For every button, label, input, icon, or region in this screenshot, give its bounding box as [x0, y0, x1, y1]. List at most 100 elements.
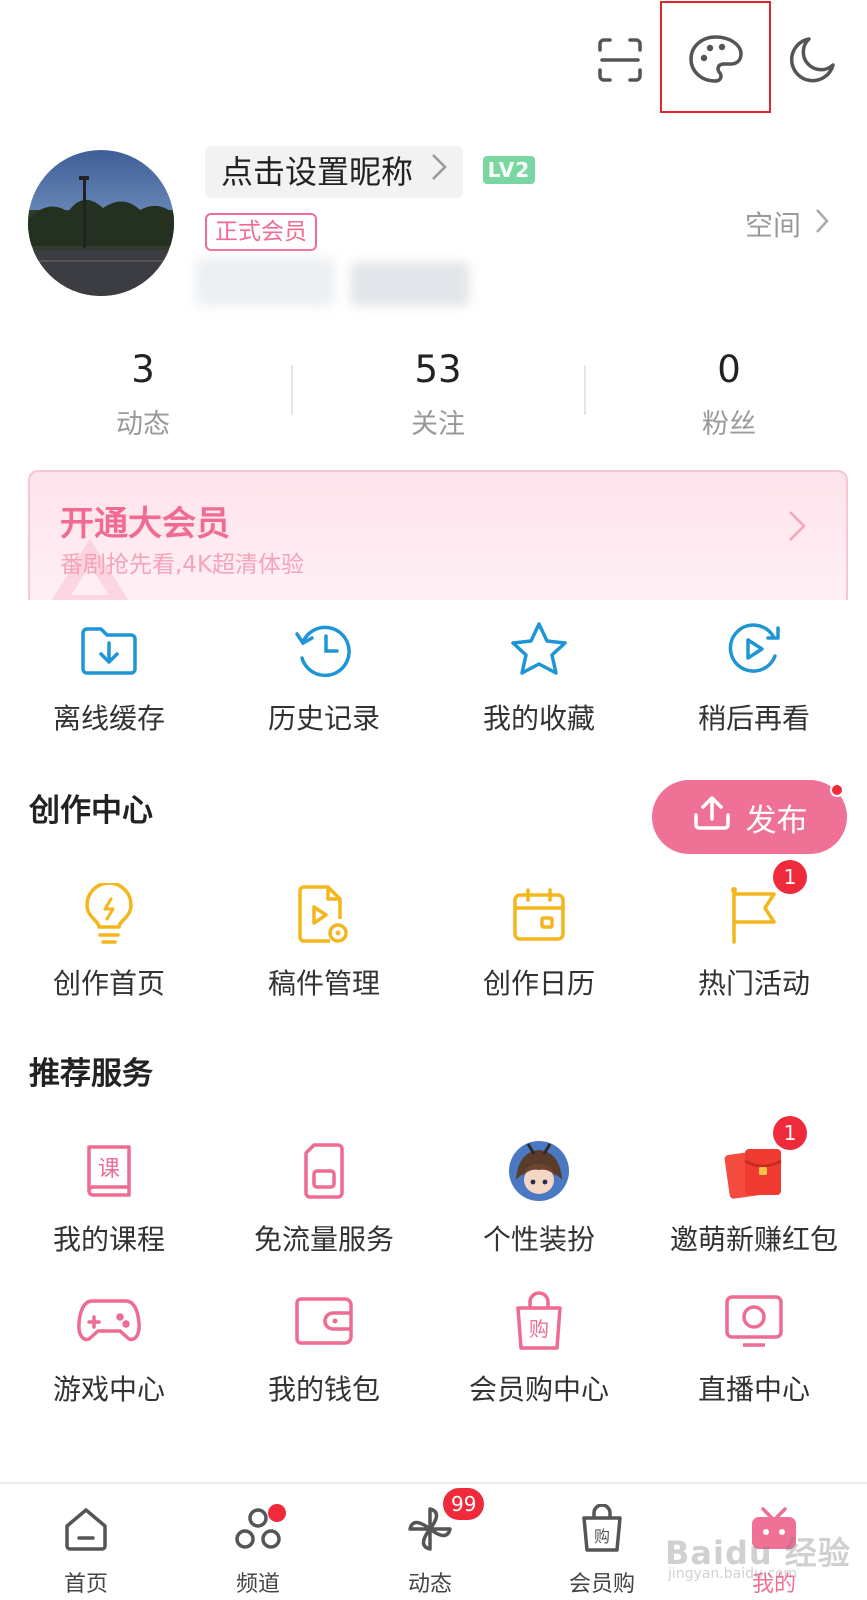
stat-following[interactable]: 53 关注: [363, 348, 513, 441]
space-link-label: 空间: [745, 209, 802, 242]
history-clock-icon: [219, 615, 429, 685]
tab-vip-shop[interactable]: 购 会员购: [542, 1498, 662, 1598]
home-icon: [26, 1498, 146, 1560]
anime-avatar-icon: [434, 1136, 644, 1206]
service-personal-dressup[interactable]: 个性装扮: [434, 1136, 644, 1258]
level-badge: LV2: [483, 156, 535, 184]
wallet-icon: [219, 1286, 429, 1356]
space-link[interactable]: 空间: [745, 204, 829, 244]
shopping-bag-icon: 购: [434, 1286, 644, 1356]
flag-icon: [649, 880, 859, 950]
stat-value: 0: [717, 348, 741, 391]
service-game-center[interactable]: 游戏中心: [4, 1286, 214, 1408]
divider: [291, 365, 293, 415]
manuscript-icon: [219, 880, 429, 950]
creation-label: 热门活动: [697, 967, 810, 1000]
tab-label: 动态: [407, 1572, 452, 1597]
annotation-highlight-box: [660, 1, 771, 113]
quick-action-label: 历史记录: [267, 702, 380, 735]
nickname-label: 点击设置昵称: [221, 153, 414, 191]
divider: [584, 365, 586, 415]
service-invite-red-envelope[interactable]: 邀萌新赚红包: [649, 1136, 859, 1258]
chevron-right-icon: [815, 208, 829, 241]
notification-dot: [830, 783, 844, 797]
publish-label: 发布: [745, 802, 808, 839]
red-envelope-icon: [649, 1136, 859, 1206]
sim-card-icon: [219, 1136, 429, 1206]
nickname-button[interactable]: 点击设置昵称: [205, 146, 464, 198]
avatar[interactable]: [28, 150, 174, 296]
service-label: 游戏中心: [52, 1373, 165, 1406]
creation-label: 创作首页: [52, 967, 165, 1000]
stat-dynamics[interactable]: 3 动态: [68, 348, 218, 441]
service-my-courses[interactable]: 课 我的课程: [4, 1136, 214, 1258]
section-title-services: 推荐服务: [29, 1056, 153, 1092]
quick-action-watch-later[interactable]: 稍后再看: [649, 615, 859, 737]
creation-manuscripts[interactable]: 稿件管理: [219, 880, 429, 1002]
publish-button[interactable]: 发布: [652, 780, 847, 854]
channel-icon: [198, 1498, 318, 1560]
section-title-creation: 创作中心: [29, 793, 153, 829]
course-book-icon: 课: [4, 1136, 214, 1206]
service-label: 个性装扮: [482, 1223, 595, 1256]
tab-home[interactable]: 首页: [26, 1498, 146, 1598]
service-free-data[interactable]: 免流量服务: [219, 1136, 429, 1258]
quick-action-favorites[interactable]: 我的收藏: [434, 615, 644, 737]
star-icon: [434, 615, 644, 685]
upload-icon: [692, 795, 732, 839]
stat-fans[interactable]: 0 粉丝: [654, 348, 804, 441]
creation-home[interactable]: 创作首页: [4, 880, 214, 1002]
member-tag: 正式会员: [205, 213, 317, 251]
lightbulb-icon: [4, 880, 214, 950]
tab-label: 频道: [235, 1572, 280, 1597]
night-mode-button[interactable]: [782, 30, 842, 90]
creation-label: 稿件管理: [267, 967, 380, 1000]
shopping-bag-icon: 购: [542, 1498, 662, 1560]
vip-banner[interactable]: 开通大会员 番剧抢先看,4K超清体验: [28, 470, 848, 600]
scan-icon: [596, 36, 644, 84]
stat-value: 3: [131, 348, 155, 391]
service-label: 邀萌新赚红包: [669, 1223, 838, 1256]
tab-label: 首页: [63, 1572, 108, 1597]
calendar-icon: [434, 880, 644, 950]
notification-badge: 1: [773, 1116, 807, 1150]
service-vip-shop[interactable]: 购 会员购中心: [434, 1286, 644, 1408]
vip-title: 开通大会员: [60, 504, 230, 544]
service-my-wallet[interactable]: 我的钱包: [219, 1286, 429, 1408]
stat-value: 53: [414, 348, 462, 391]
live-tv-icon: [649, 1286, 859, 1356]
service-label: 会员购中心: [468, 1373, 609, 1406]
service-label: 免流量服务: [253, 1223, 394, 1256]
watch-later-icon: [649, 615, 859, 685]
tab-label: 会员购: [568, 1572, 635, 1597]
creation-hot-events[interactable]: 热门活动: [649, 880, 859, 1002]
quick-action-label: 稍后再看: [697, 702, 810, 735]
scan-button[interactable]: [590, 30, 650, 90]
service-label: 我的课程: [52, 1223, 165, 1256]
chevron-right-icon: [788, 510, 806, 546]
tab-channel[interactable]: 频道: [198, 1498, 318, 1598]
service-live-center[interactable]: 直播中心: [649, 1286, 859, 1408]
notification-dot: [268, 1504, 286, 1522]
stat-label: 粉丝: [702, 409, 756, 440]
creation-label: 创作日历: [482, 967, 595, 1000]
svg-text:购: 购: [529, 1317, 549, 1341]
quick-action-history[interactable]: 历史记录: [219, 615, 429, 737]
gamepad-icon: [4, 1286, 214, 1356]
notification-badge: 1: [773, 860, 807, 894]
service-label: 我的钱包: [267, 1373, 380, 1406]
svg-text:课: 课: [98, 1157, 120, 1182]
stat-label: 动态: [116, 409, 170, 440]
creation-calendar[interactable]: 创作日历: [434, 880, 644, 1002]
vip-subtitle: 番剧抢先看,4K超清体验: [60, 552, 305, 578]
service-label: 直播中心: [697, 1373, 810, 1406]
stat-label: 关注: [411, 409, 465, 440]
redacted-uid: [195, 258, 335, 306]
download-folder-icon: [4, 615, 214, 685]
quick-action-offline-cache[interactable]: 离线缓存: [4, 615, 214, 737]
redacted-uid-2: [350, 262, 470, 306]
quick-action-label: 离线缓存: [52, 702, 165, 735]
chevron-right-icon: [431, 146, 447, 198]
moon-icon: [787, 35, 837, 85]
svg-text:购: 购: [594, 1527, 610, 1546]
